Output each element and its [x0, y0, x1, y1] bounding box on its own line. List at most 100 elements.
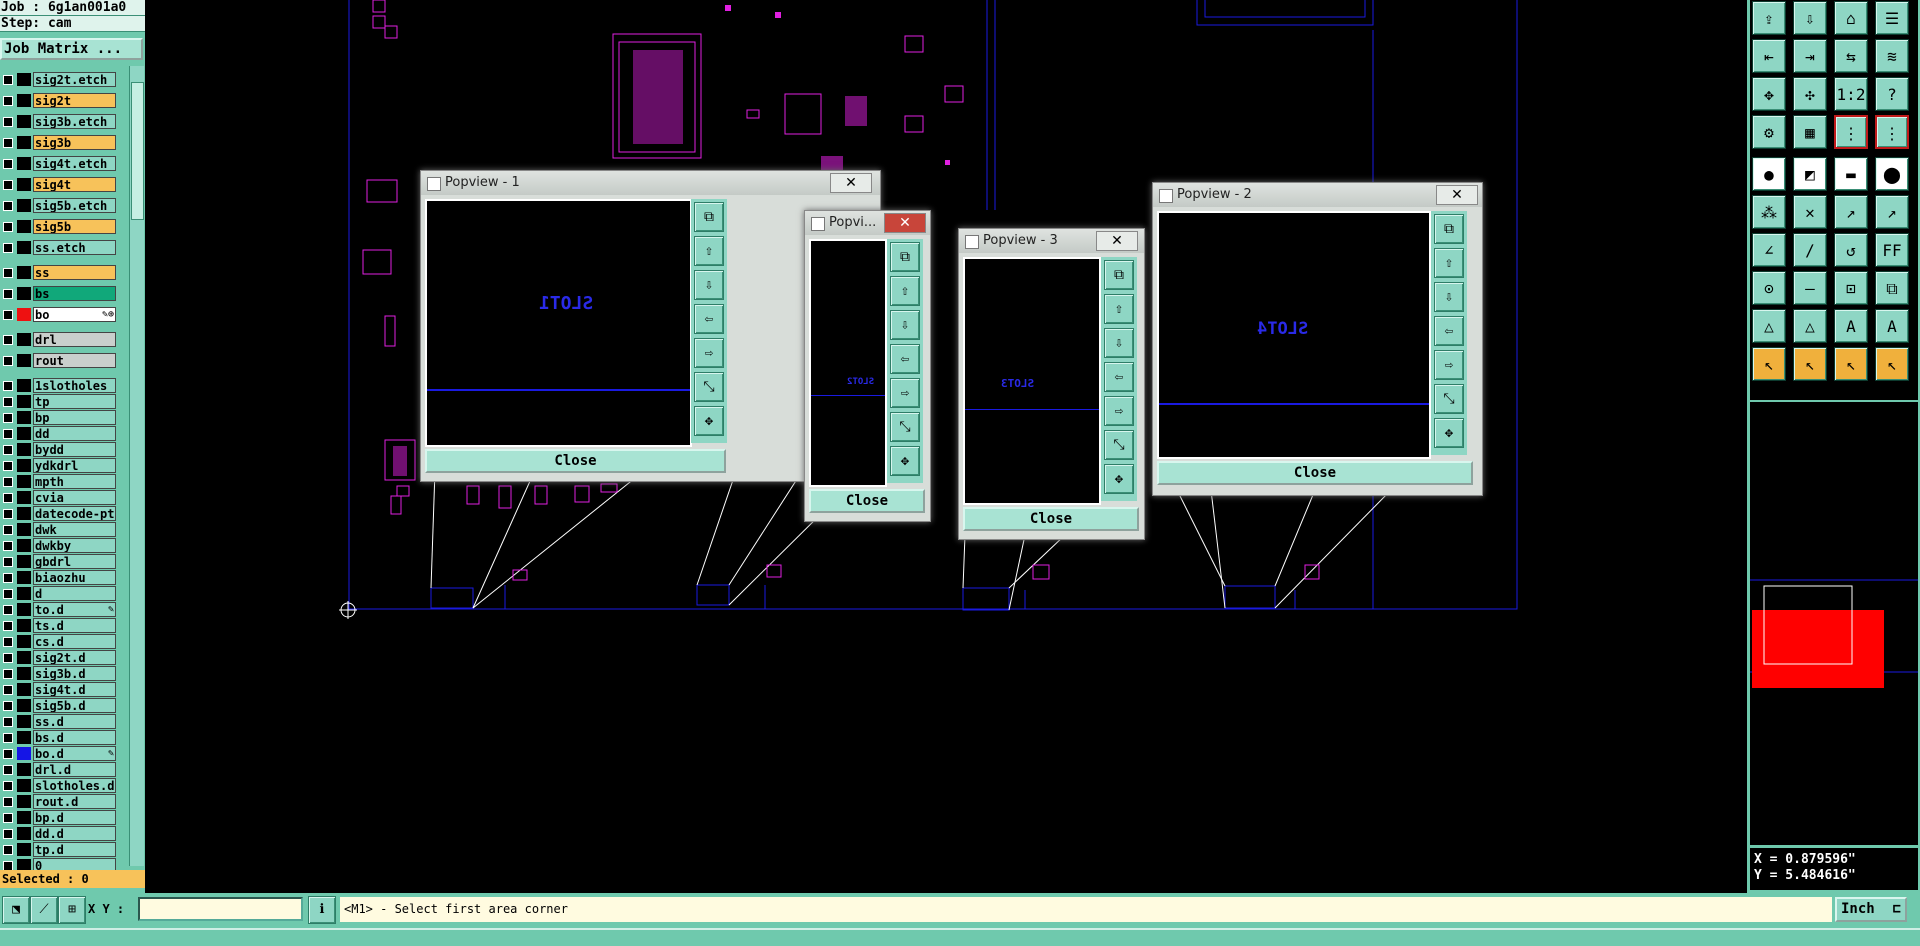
layer-checkbox[interactable] — [3, 397, 13, 407]
layer-row[interactable]: bo ✎⊕ — [0, 307, 118, 322]
layer-row[interactable]: drl.d — [0, 762, 118, 777]
layer-color-swatch[interactable] — [17, 475, 31, 488]
layer-name[interactable]: sig4t — [33, 177, 116, 192]
layer-checkbox[interactable] — [3, 335, 13, 345]
popview-narrow-close-button[interactable]: Close — [809, 489, 925, 513]
layer-checkbox[interactable] — [3, 813, 13, 823]
pan-down-icon[interactable]: ⇩ — [1104, 328, 1134, 358]
layer-row[interactable]: 1slotholes — [0, 378, 118, 393]
layer-name[interactable]: sig5b.d — [33, 698, 116, 713]
rotate-icon[interactable]: ↺ — [1834, 233, 1868, 267]
layer-row[interactable]: datecode-pth — [0, 506, 118, 521]
popview-2-view[interactable]: SLOT4 — [1157, 211, 1431, 459]
layer-row[interactable]: sig4t.d — [0, 682, 118, 697]
layer-name[interactable]: bo.d — [33, 746, 116, 761]
popview-2-close-button[interactable]: Close — [1157, 461, 1473, 485]
wave-icon[interactable]: ≋ — [1875, 39, 1909, 73]
pan-right-icon[interactable]: ⇨ — [890, 378, 920, 408]
layer-name[interactable]: rout — [33, 353, 116, 368]
layer-checkbox[interactable] — [3, 138, 13, 148]
layer-name[interactable]: bp — [33, 410, 116, 425]
layer-row[interactable]: cvia — [0, 490, 118, 505]
pan-up-icon[interactable]: ⇧ — [1104, 294, 1134, 324]
zoom-fit-icon[interactable]: ✥ — [1752, 77, 1786, 111]
layer-color-swatch[interactable] — [17, 354, 31, 367]
layer-checkbox[interactable] — [3, 289, 13, 299]
layer-color-swatch[interactable] — [17, 287, 31, 300]
zoom-icon[interactable]: ⤡ — [694, 372, 724, 402]
triangle-icon[interactable]: △ — [1752, 309, 1786, 343]
center-icon[interactable]: ✥ — [1104, 464, 1134, 494]
hline-icon[interactable]: — — [1793, 271, 1827, 305]
text-alt-icon[interactable]: A — [1875, 309, 1909, 343]
layer-name[interactable]: sig2t.d — [33, 650, 116, 665]
swap-icon[interactable]: ⇆ — [1834, 39, 1868, 73]
scale-icon[interactable]: 1:2 — [1834, 77, 1868, 111]
layer-name[interactable]: to.d — [33, 602, 116, 617]
layer-row[interactable]: tp.d — [0, 842, 118, 857]
layer-row[interactable]: bo.d ✎ — [0, 746, 118, 761]
layer-color-swatch[interactable] — [17, 379, 31, 392]
layer-checkbox[interactable] — [3, 733, 13, 743]
layer-row[interactable]: sig3b.d — [0, 666, 118, 681]
layer-checkbox[interactable] — [3, 717, 13, 727]
popview-narrow-close-icon[interactable]: ✕ — [884, 213, 926, 233]
fit-view-icon[interactable]: ⧉ — [694, 202, 724, 232]
layer-color-swatch[interactable] — [17, 683, 31, 696]
connect-icon[interactable]: ↗ — [1834, 195, 1868, 229]
layer-row[interactable]: slotholes.d — [0, 778, 118, 793]
layer-name[interactable]: bp.d — [33, 810, 116, 825]
layer-row[interactable]: to.d ✎ — [0, 602, 118, 617]
layer-checkbox[interactable] — [3, 589, 13, 599]
cross-icon[interactable]: ✕ — [1793, 195, 1827, 229]
layer-down-icon[interactable]: ⇩ — [1793, 1, 1827, 35]
list-icon[interactable]: ☰ — [1875, 1, 1909, 35]
layer-color-swatch[interactable] — [17, 157, 31, 170]
layer-checkbox[interactable] — [3, 637, 13, 647]
layer-checkbox[interactable] — [3, 541, 13, 551]
layer-name[interactable]: sig5b.etch — [33, 198, 116, 213]
layer-color-swatch[interactable] — [17, 747, 31, 760]
layer-checkbox[interactable] — [3, 829, 13, 839]
pan-right-icon[interactable]: ⇨ — [1104, 396, 1134, 426]
layer-color-swatch[interactable] — [17, 94, 31, 107]
layer-color-swatch[interactable] — [17, 843, 31, 856]
layer-row[interactable]: ts.d — [0, 618, 118, 633]
layer-row[interactable]: bs — [0, 286, 118, 301]
layer-row[interactable]: sig4t.etch — [0, 156, 118, 171]
layer-name[interactable]: ss.d — [33, 714, 116, 729]
layer-name[interactable]: sig5b — [33, 219, 116, 234]
layer-checkbox[interactable] — [3, 413, 13, 423]
layer-row[interactable]: sig2t — [0, 93, 118, 108]
pan-right-icon[interactable]: ⇨ — [694, 338, 724, 368]
popview-3-close-button[interactable]: Close — [963, 507, 1139, 531]
layer-checkbox[interactable] — [3, 765, 13, 775]
layer-checkbox[interactable] — [3, 557, 13, 567]
layer-row[interactable]: sig5b — [0, 219, 118, 234]
flip-icon[interactable]: FF — [1875, 233, 1909, 267]
layer-name[interactable]: cs.d — [33, 634, 116, 649]
layer-row[interactable]: ss.d — [0, 714, 118, 729]
grid-icon[interactable]: ▦ — [1793, 115, 1827, 149]
layer-name[interactable]: mpth — [33, 474, 116, 489]
pan-left-icon[interactable]: ⇦ — [1104, 362, 1134, 392]
layer-color-swatch[interactable] — [17, 603, 31, 616]
layer-checkbox[interactable] — [3, 685, 13, 695]
pan-right-icon[interactable]: ⇨ — [1434, 350, 1464, 380]
layer-color-swatch[interactable] — [17, 827, 31, 840]
layer-row[interactable]: d — [0, 586, 118, 601]
layer-name[interactable]: dwk — [33, 522, 116, 537]
pad-icon[interactable]: ● — [1752, 157, 1786, 191]
layer-checkbox[interactable] — [3, 845, 13, 855]
popview-1-close-icon[interactable]: ✕ — [830, 173, 872, 193]
popview-1-titlebar[interactable]: Popview - 1 — [421, 171, 880, 195]
layer-checkbox[interactable] — [3, 461, 13, 471]
angle-icon[interactable]: ∠ — [1752, 233, 1786, 267]
layer-name[interactable]: ss — [33, 265, 116, 280]
circle-icon[interactable]: ⬤ — [1875, 157, 1909, 191]
pan-down-icon[interactable]: ⇩ — [1434, 282, 1464, 312]
layer-row[interactable]: dwkby — [0, 538, 118, 553]
layer-checkbox[interactable] — [3, 243, 13, 253]
layer-row[interactable]: ss — [0, 265, 118, 280]
layer-color-swatch[interactable] — [17, 491, 31, 504]
